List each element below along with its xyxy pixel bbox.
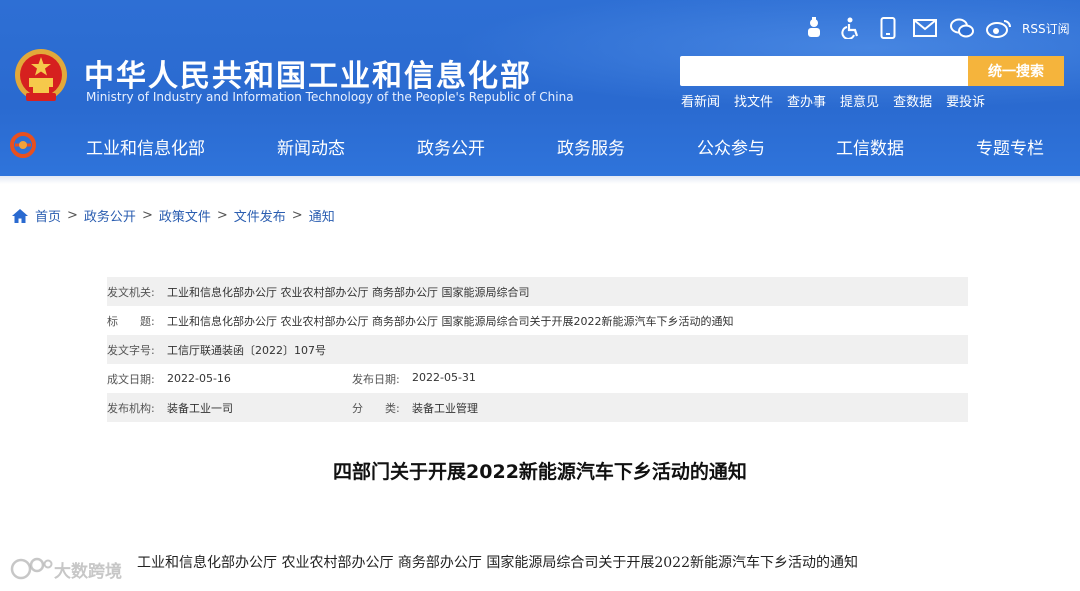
org-value: 装备工业一司 <box>167 401 233 415</box>
breadcrumb-notice[interactable]: 通知 <box>309 206 335 225</box>
watermark: 大数跨境 <box>10 556 122 582</box>
miit-logo-icon[interactable] <box>10 132 36 158</box>
breadcrumb-separator: > <box>67 208 78 223</box>
quick-links: 看新闻 找文件 查办事 提意见 查数据 要投诉 <box>681 91 999 110</box>
category-label: 分 类: <box>352 401 400 415</box>
nav-item-news[interactable]: 新闻动态 <box>277 134 345 159</box>
site-header: 中华人民共和国工业和信息化部 Ministry of Industry and … <box>0 0 1080 176</box>
title-value: 工业和信息化部办公厅 农业农村部办公厅 商务部办公厅 国家能源局综合司关于开展2… <box>167 314 734 328</box>
nav-item-industry-data[interactable]: 工信数据 <box>836 134 904 159</box>
document-heading: 四部门关于开展2022新能源汽车下乡活动的通知 <box>333 461 747 483</box>
breadcrumb-separator: > <box>291 208 303 223</box>
top-utility-icons: RSS订阅 <box>800 14 1070 42</box>
quick-link-services[interactable]: 查办事 <box>787 91 826 110</box>
breadcrumb: 首页 > 政务公开 > 政策文件 > 文件发布 > 通知 <box>12 206 335 225</box>
meta-row-title: 标 题: 工业和信息化部办公厅 农业农村部办公厅 商务部办公厅 国家能源局综合司… <box>107 306 968 335</box>
home-icon[interactable] <box>12 208 28 223</box>
watermark-text: 大数跨境 <box>54 561 122 582</box>
site-subtitle: Ministry of Industry and Information Tec… <box>86 90 574 104</box>
meta-row-issuer: 发文机关: 工业和信息化部办公厅 农业农村部办公厅 商务部办公厅 国家能源局综合… <box>107 277 968 306</box>
breadcrumb-policy-docs[interactable]: 政策文件 <box>159 206 211 225</box>
national-emblem-icon <box>15 49 67 101</box>
breadcrumb-separator: > <box>141 208 153 223</box>
category-group: 分 类: 装备工业管理 <box>352 400 478 416</box>
mobile-icon[interactable] <box>874 14 902 42</box>
header-shadow <box>0 176 1080 184</box>
quick-link-news[interactable]: 看新闻 <box>681 91 720 110</box>
title-label: 标 题: <box>107 314 155 328</box>
nav-item-special-topics[interactable]: 专题专栏 <box>976 134 1044 159</box>
main-nav: 工业和信息化部 新闻动态 政务公开 政务服务 公众参与 工信数据 专题专栏 <box>0 120 1080 172</box>
accessibility-icon[interactable] <box>837 14 865 42</box>
quick-link-feedback[interactable]: 提意见 <box>840 91 879 110</box>
doc-number-value: 工信厅联通装函〔2022〕107号 <box>167 343 326 357</box>
breadcrumb-separator: > <box>216 208 228 223</box>
category-value: 装备工业管理 <box>412 401 478 415</box>
nav-item-public-participation[interactable]: 公众参与 <box>697 134 765 159</box>
nav-item-gov-affairs[interactable]: 政务公开 <box>417 134 485 159</box>
issuer-label: 发文机关: <box>107 285 155 299</box>
breadcrumb-file-release[interactable]: 文件发布 <box>234 206 286 225</box>
document-metadata-table: 发文机关: 工业和信息化部办公厅 农业农村部办公厅 商务部办公厅 国家能源局综合… <box>107 277 968 422</box>
meta-row-doc-number: 发文字号: 工信厅联通装函〔2022〕107号 <box>107 335 968 364</box>
robot-icon[interactable] <box>800 14 828 42</box>
quick-link-data[interactable]: 查数据 <box>893 91 932 110</box>
meta-row-org: 发布机构: 装备工业一司 分 类: 装备工业管理 <box>107 393 968 422</box>
quick-link-files[interactable]: 找文件 <box>734 91 773 110</box>
search-input[interactable] <box>680 56 968 86</box>
weibo-icon[interactable] <box>985 14 1013 42</box>
unified-search-button[interactable]: 统一搜索 <box>968 56 1064 86</box>
watermark-logo-icon <box>10 557 53 580</box>
issuer-value: 工业和信息化部办公厅 农业农村部办公厅 商务部办公厅 国家能源局综合司 <box>167 285 530 299</box>
org-label: 发布机构: <box>107 401 155 415</box>
meta-row-dates: 成文日期: 2022-05-16 发布日期: 2022-05-31 <box>107 364 968 393</box>
nav-item-ministry[interactable]: 工业和信息化部 <box>86 134 205 159</box>
doc-number-label: 发文字号: <box>107 343 155 357</box>
breadcrumb-home[interactable]: 首页 <box>35 206 61 225</box>
wechat-icon[interactable] <box>948 14 976 42</box>
mail-icon[interactable] <box>911 14 939 42</box>
document-body-first-line: 工业和信息化部办公厅 农业农村部办公厅 商务部办公厅 国家能源局综合司关于开展2… <box>137 555 858 571</box>
nav-item-gov-services[interactable]: 政务服务 <box>557 134 625 159</box>
written-date-label: 成文日期: <box>107 372 155 386</box>
published-date-value: 2022-05-31 <box>412 370 476 384</box>
site-title[interactable]: 中华人民共和国工业和信息化部 <box>84 51 532 95</box>
rss-subscribe-link[interactable]: RSS订阅 <box>1022 20 1070 37</box>
quick-link-complaint[interactable]: 要投诉 <box>946 91 985 110</box>
written-date-value: 2022-05-16 <box>167 372 231 385</box>
published-date-group: 发布日期: 2022-05-31 <box>352 371 476 387</box>
breadcrumb-gov-affairs[interactable]: 政务公开 <box>84 206 136 225</box>
published-date-label: 发布日期: <box>352 372 400 386</box>
